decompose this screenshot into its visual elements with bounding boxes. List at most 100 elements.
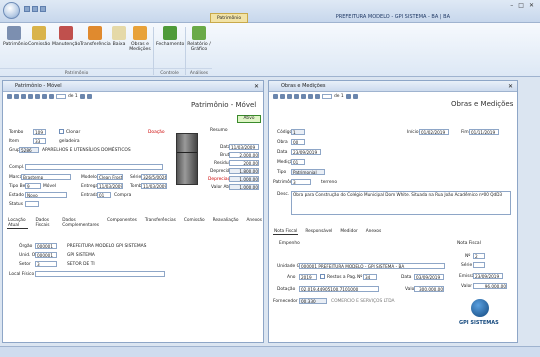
ribbon-transferencia-button[interactable]: Transferência (80, 26, 111, 47)
tab-locacao-atual[interactable]: Locação Atual (7, 218, 29, 229)
tab-comissao[interactable]: Comissão (183, 218, 206, 229)
orgao-field[interactable]: 000001 (35, 243, 57, 249)
tipo-field[interactable]: 9 (25, 183, 41, 189)
entrega-field[interactable]: 11/03/2009 (97, 183, 123, 189)
first-icon[interactable] (308, 94, 313, 99)
delete-icon[interactable] (21, 94, 26, 99)
codigo-label: Código (277, 130, 293, 135)
ano-field[interactable]: 2019 (299, 274, 317, 280)
nf-valor-field[interactable]: 96.000,00 (473, 283, 507, 289)
bruto-field[interactable]: 2.000,00 (229, 152, 259, 158)
unidade-select[interactable]: 000001 PREFEITURA MODELO - GPI SISTEMA -… (299, 263, 445, 269)
tab-anexos[interactable]: Anexos (365, 229, 383, 235)
last-icon[interactable] (86, 94, 92, 99)
tab-reavaliacao[interactable]: Reavaliação (212, 218, 240, 229)
modelo-label: Modelo (81, 175, 97, 180)
tab-transferencias[interactable]: Transferências (144, 218, 177, 229)
next-icon[interactable] (79, 94, 85, 99)
fim-field[interactable]: 01/11/2019 (469, 129, 499, 135)
tab-medidor[interactable]: Medidor (339, 229, 358, 235)
nf-serie-field[interactable] (473, 262, 485, 268)
new-icon[interactable] (7, 94, 12, 99)
new-icon[interactable] (273, 94, 278, 99)
delete-icon[interactable] (287, 94, 292, 99)
save-icon[interactable] (280, 94, 285, 99)
depreciavel-field: 1.800,00 (229, 168, 259, 174)
nf-numero-field[interactable]: 2 (473, 253, 485, 259)
patrimonio-desc: terreno (321, 180, 338, 185)
close-icon[interactable]: ✕ (508, 81, 513, 92)
ribbon-group-patrimonio: Patrimônio (0, 68, 153, 77)
valor-field[interactable]: 300.000,00 (414, 286, 444, 292)
patrimonio-field[interactable]: 3 (291, 179, 311, 185)
setor-field[interactable]: 3 (35, 261, 57, 267)
ribbon-fechamento-button[interactable]: Fechamento (156, 26, 184, 47)
tombo-date-field[interactable]: 11/03/2009 (141, 183, 167, 189)
patrimonio-movel-panel: Patrimônio - Móvel ✕ de 1 Patrimônio - Mó… (2, 80, 264, 343)
ribbon-comissao-button[interactable]: Comissão (28, 26, 50, 47)
dotacao-field[interactable]: 02.019.44905100.7101000 (299, 286, 379, 292)
prev-icon[interactable] (49, 94, 54, 99)
minimize-icon[interactable]: – (510, 2, 513, 9)
desc-textarea[interactable]: Obra para Construção do Colégio Municipa… (291, 191, 511, 215)
ribbon-relatorio-button[interactable]: Relatório / Gráfico (187, 26, 211, 52)
dropdown-icon[interactable] (40, 6, 46, 12)
ribbon-patrimonio-button[interactable]: Patrimônio (3, 26, 28, 47)
save-icon[interactable] (24, 6, 30, 12)
compl-field[interactable] (25, 164, 163, 170)
page-input[interactable] (322, 94, 332, 99)
restos-checkbox[interactable] (320, 274, 325, 279)
valor-data-field[interactable]: 11/03/2009 (229, 144, 259, 150)
local-field[interactable] (35, 271, 165, 277)
tab-responsavel[interactable]: Responsável (304, 229, 333, 235)
clonar-checkbox[interactable] (59, 129, 64, 134)
grupo-field[interactable]: 5286 (19, 147, 39, 153)
nf-emissao-field[interactable]: 23/09/2019 (473, 273, 503, 279)
serie-field[interactable]: 326/5/0026 (141, 174, 167, 180)
print-icon[interactable] (294, 94, 299, 99)
data-empenho-field[interactable]: 03/09/2019 (414, 274, 444, 280)
nr-field[interactable]: 34 (363, 274, 377, 280)
print-icon[interactable] (28, 94, 33, 99)
tombo-field[interactable]: 109 (33, 129, 46, 135)
ribbon-baixa-button[interactable]: Baixa (110, 26, 128, 47)
modelo-field[interactable]: Clean Frost (97, 174, 123, 180)
save-icon[interactable] (14, 94, 19, 99)
search-icon[interactable] (35, 94, 40, 99)
estado-select[interactable]: Novo (25, 192, 67, 198)
data-field[interactable]: 23/09/2019 (291, 149, 321, 155)
prev-icon[interactable] (315, 94, 320, 99)
status-field[interactable] (25, 201, 39, 207)
entrada-field[interactable]: 01 (97, 192, 111, 198)
tipo-select[interactable]: Patrimonial (291, 169, 325, 175)
maximize-icon[interactable]: □ (518, 2, 524, 9)
page-input[interactable] (56, 94, 66, 99)
first-icon[interactable] (42, 94, 47, 99)
compl-label: Compl. (9, 165, 25, 170)
item-desc: geladeira (59, 139, 80, 144)
medicao-field[interactable]: 01 (291, 159, 305, 165)
fornecedor-field[interactable]: 00.330 (299, 298, 327, 304)
unid-field[interactable]: 000001 (35, 252, 57, 258)
undo-icon[interactable] (32, 6, 38, 12)
tab-dados-complementares[interactable]: Dados Complementares (61, 218, 100, 229)
tab-dados-fiscais[interactable]: Dados Fiscais (34, 218, 55, 229)
obra-field[interactable]: 00 (291, 139, 305, 145)
tab-anexos[interactable]: Anexos (245, 218, 263, 229)
search-icon[interactable] (301, 94, 306, 99)
marca-field[interactable]: Brastemp (21, 174, 71, 180)
tab-nota-fiscal[interactable]: Nota Fiscal (273, 229, 299, 235)
panel-header: Patrimônio - Móvel ✕ (3, 81, 263, 92)
ribbon-obras-button[interactable]: Obras e Medições (129, 26, 151, 52)
close-icon[interactable]: ✕ (254, 81, 259, 92)
ribbon-manutencao-button[interactable]: Manutenção (52, 26, 80, 47)
left-tabs: Locação Atual Dados Fiscais Dados Comple… (7, 218, 263, 229)
item-field[interactable]: 33 (33, 138, 46, 144)
last-icon[interactable] (352, 94, 358, 99)
ativo-button[interactable]: Ativo (237, 115, 261, 123)
residual-field[interactable]: 200,00 (229, 160, 259, 166)
inicio-field[interactable]: 01/02/2019 (419, 129, 449, 135)
next-icon[interactable] (345, 94, 351, 99)
tab-componentes[interactable]: Componentes (106, 218, 138, 229)
close-icon[interactable]: ✕ (529, 2, 534, 9)
